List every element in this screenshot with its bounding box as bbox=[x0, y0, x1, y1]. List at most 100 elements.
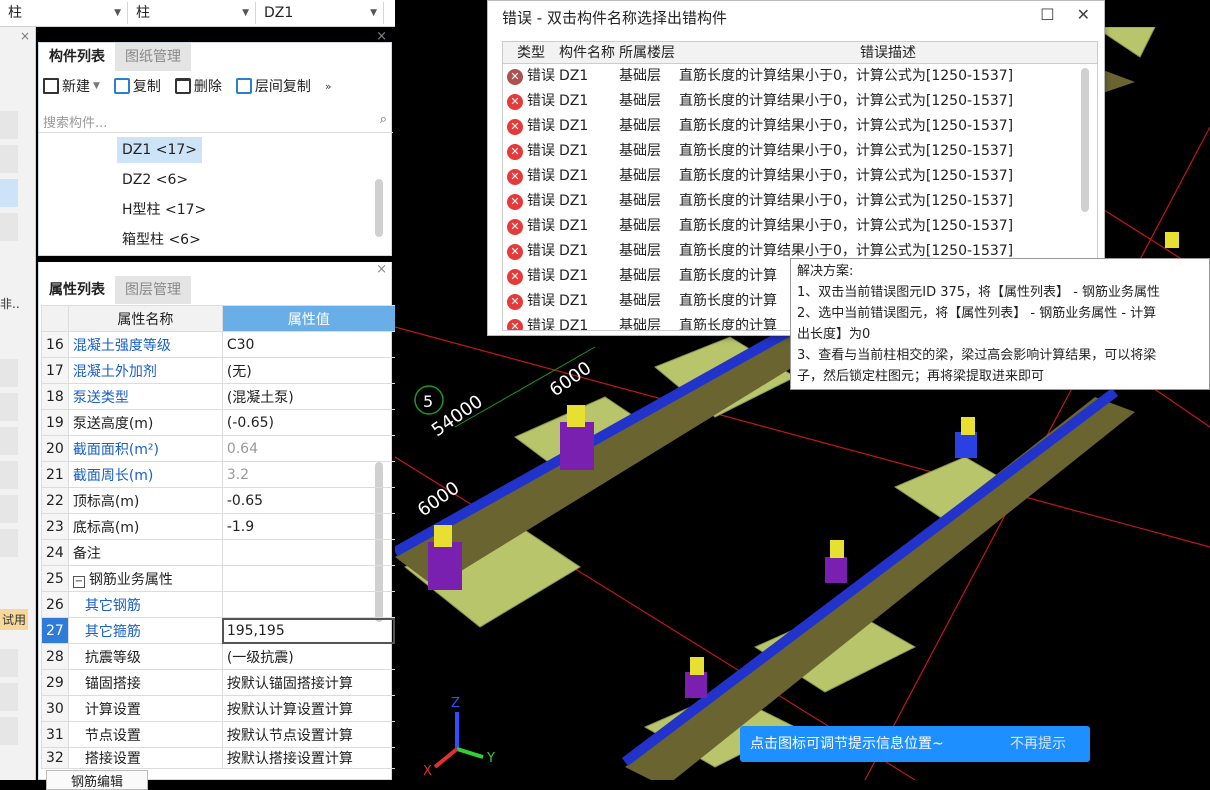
table-row[interactable]: 21 截面周长(m) 3.2 bbox=[41, 461, 396, 488]
error-row[interactable]: ✕ 错误 DZ1 基础层 直筋长度的计算结果小于0，计算公式为[1250-1537] bbox=[503, 64, 1097, 89]
error-component-name[interactable]: DZ1 bbox=[555, 189, 615, 214]
component-dropdown[interactable]: DZ1 ▼ bbox=[256, 2, 384, 24]
error-component-name[interactable]: DZ1 bbox=[555, 214, 615, 239]
col-name[interactable]: 构件名称 bbox=[555, 42, 615, 63]
error-type-cell: ✕ 错误 bbox=[503, 114, 555, 139]
component-item-box-column[interactable]: 箱型柱 <6> bbox=[117, 227, 206, 253]
error-component-name[interactable]: DZ1 bbox=[555, 64, 615, 89]
nav-row-selected[interactable] bbox=[0, 179, 18, 207]
error-component-name[interactable]: DZ1 bbox=[555, 89, 615, 114]
table-row[interactable]: 18 泵送类型 (混凝土泵) bbox=[41, 383, 396, 410]
error-row[interactable]: ✕ 错误 DZ1 基础层 直筋长度的计算结果小于0，计算公式为[1250-1537] bbox=[503, 114, 1097, 139]
property-value-input[interactable]: 195,195 bbox=[221, 617, 396, 644]
tab-drawing-management[interactable]: 图纸管理 bbox=[115, 43, 191, 71]
component-item-dz1[interactable]: DZ1 <17> bbox=[117, 137, 203, 163]
error-component-name[interactable]: DZ1 bbox=[555, 264, 615, 289]
component-item-h-column[interactable]: H型柱 <17> bbox=[117, 197, 211, 223]
table-row[interactable]: 23 底标高(m) -1.9 bbox=[41, 513, 396, 540]
nav-row[interactable] bbox=[0, 111, 18, 139]
error-row[interactable]: ✕ 错误 DZ1 基础层 直筋长度的计算结果小于0，计算公式为[1250-1537] bbox=[503, 214, 1097, 239]
trial-badge[interactable]: 试用 bbox=[0, 609, 29, 630]
col-floor[interactable]: 所属楼层 bbox=[615, 42, 675, 63]
table-row[interactable]: 16 混凝土强度等级 C30 bbox=[41, 331, 396, 358]
close-icon[interactable]: × bbox=[20, 29, 30, 43]
delete-button[interactable]: 删除 bbox=[174, 76, 222, 96]
table-row-selected[interactable]: 27 其它箍筋 195,195 bbox=[41, 617, 396, 644]
table-row[interactable]: 32 搭接设置 按默认搭接设置计算 bbox=[41, 747, 396, 769]
table-row[interactable]: 22 顶标高(m) -0.65 bbox=[41, 487, 396, 514]
table-row[interactable]: 17 混凝土外加剂 (无) bbox=[41, 357, 396, 384]
error-row[interactable]: ✕ 错误 DZ1 基础层 直筋长度的计算结果小于0，计算公式为[1250-1537] bbox=[503, 189, 1097, 214]
table-row-group[interactable]: 25− 钢筋业务属性 bbox=[41, 565, 396, 592]
nav-row[interactable] bbox=[0, 529, 18, 557]
close-icon[interactable]: × bbox=[376, 29, 387, 44]
tab-property-list[interactable]: 属性列表 bbox=[39, 276, 115, 304]
table-row[interactable]: 28 抗震等级 (一级抗震) bbox=[41, 643, 396, 670]
property-value[interactable]: (一级抗震) bbox=[221, 643, 396, 670]
category-dropdown[interactable]: 柱 ▼ bbox=[0, 2, 128, 24]
nav-row[interactable] bbox=[0, 213, 18, 241]
nav-row[interactable] bbox=[0, 427, 18, 455]
component-search-input[interactable]: 搜索构件... ⌕ bbox=[39, 109, 393, 133]
close-icon[interactable]: × bbox=[376, 262, 387, 277]
type-dropdown[interactable]: 柱 ▼ bbox=[128, 2, 256, 24]
new-button[interactable]: 新建 ▼ bbox=[43, 76, 100, 96]
table-row[interactable]: 30 计算设置 按默认计算设置计算 bbox=[41, 695, 396, 722]
property-value[interactable]: (-0.65) bbox=[221, 409, 396, 436]
table-row[interactable]: 29 锚固搭接 按默认锚固搭接计算 bbox=[41, 669, 396, 696]
copy-button[interactable]: 复制 bbox=[113, 76, 161, 96]
nav-row[interactable] bbox=[0, 393, 18, 421]
tab-layer-management[interactable]: 图层管理 bbox=[115, 276, 191, 304]
row-number: 16 bbox=[41, 331, 69, 358]
search-icon[interactable]: ⌕ bbox=[380, 112, 387, 127]
dont-show-again-button[interactable]: 不再提示 bbox=[1010, 726, 1066, 762]
col-type[interactable]: 类型 bbox=[503, 42, 555, 63]
col-desc[interactable]: 错误描述 bbox=[675, 42, 1097, 63]
nav-row[interactable] bbox=[0, 461, 18, 489]
collapse-icon[interactable]: − bbox=[72, 575, 85, 588]
error-component-name[interactable]: DZ1 bbox=[555, 239, 615, 264]
property-value[interactable]: 按默认计算设置计算 bbox=[221, 695, 396, 722]
property-value[interactable] bbox=[221, 591, 396, 618]
tab-component-list[interactable]: 构件列表 bbox=[39, 43, 115, 71]
table-row[interactable]: 20 截面面积(m²) 0.64 bbox=[41, 435, 396, 462]
table-row[interactable]: 19 泵送高度(m) (-0.65) bbox=[41, 409, 396, 436]
hint-bar[interactable]: 点击图标可调节提示信息位置~ 不再提示 bbox=[740, 726, 1090, 762]
property-value[interactable]: -0.65 bbox=[221, 487, 396, 514]
table-row[interactable]: 24 备注 bbox=[41, 539, 396, 566]
property-value[interactable]: (混凝土泵) bbox=[221, 383, 396, 410]
close-icon[interactable]: ✕ bbox=[1077, 5, 1090, 24]
table-row[interactable]: 31 节点设置 按默认节点设置计算 bbox=[41, 721, 396, 748]
chevron-down-icon: ▼ bbox=[114, 8, 121, 18]
component-item-dz2[interactable]: DZ2 <6> bbox=[117, 167, 193, 193]
error-component-name[interactable]: DZ1 bbox=[555, 139, 615, 164]
rebar-edit-button[interactable]: 钢筋编辑 bbox=[46, 770, 148, 790]
error-scrollbar[interactable] bbox=[1081, 68, 1089, 212]
property-value[interactable]: 按默认搭接设置计算 bbox=[221, 747, 396, 769]
floor-copy-button[interactable]: 层间复制 bbox=[235, 76, 311, 96]
more-icon[interactable]: » bbox=[325, 80, 332, 93]
nav-row[interactable] bbox=[0, 717, 18, 745]
error-component-name[interactable]: DZ1 bbox=[555, 114, 615, 139]
nav-row[interactable] bbox=[0, 683, 18, 711]
nav-row[interactable] bbox=[0, 649, 18, 677]
error-component-name[interactable]: DZ1 bbox=[555, 164, 615, 189]
nav-row[interactable] bbox=[0, 359, 18, 387]
property-value[interactable]: (无) bbox=[221, 357, 396, 384]
nav-row[interactable] bbox=[0, 495, 18, 523]
property-value[interactable]: C30 bbox=[221, 331, 396, 358]
property-value[interactable]: -1.9 bbox=[221, 513, 396, 540]
error-row[interactable]: ✕ 错误 DZ1 基础层 直筋长度的计算结果小于0，计算公式为[1250-1537] bbox=[503, 89, 1097, 114]
error-component-name[interactable]: DZ1 bbox=[555, 314, 615, 330]
error-row[interactable]: ✕ 错误 DZ1 基础层 直筋长度的计算结果小于0，计算公式为[1250-1537] bbox=[503, 164, 1097, 189]
list-scrollbar[interactable] bbox=[375, 179, 383, 237]
property-value[interactable]: 按默认锚固搭接计算 bbox=[221, 669, 396, 696]
maximize-icon[interactable]: ☐ bbox=[1040, 5, 1054, 24]
error-component-name[interactable]: DZ1 bbox=[555, 289, 615, 314]
property-value[interactable]: 按默认节点设置计算 bbox=[221, 721, 396, 748]
error-row[interactable]: ✕ 错误 DZ1 基础层 直筋长度的计算结果小于0，计算公式为[1250-1537] bbox=[503, 139, 1097, 164]
error-icon: ✕ bbox=[507, 168, 523, 185]
property-value[interactable] bbox=[221, 539, 396, 566]
nav-row[interactable] bbox=[0, 145, 18, 173]
table-row[interactable]: 26 其它钢筋 bbox=[41, 591, 396, 618]
